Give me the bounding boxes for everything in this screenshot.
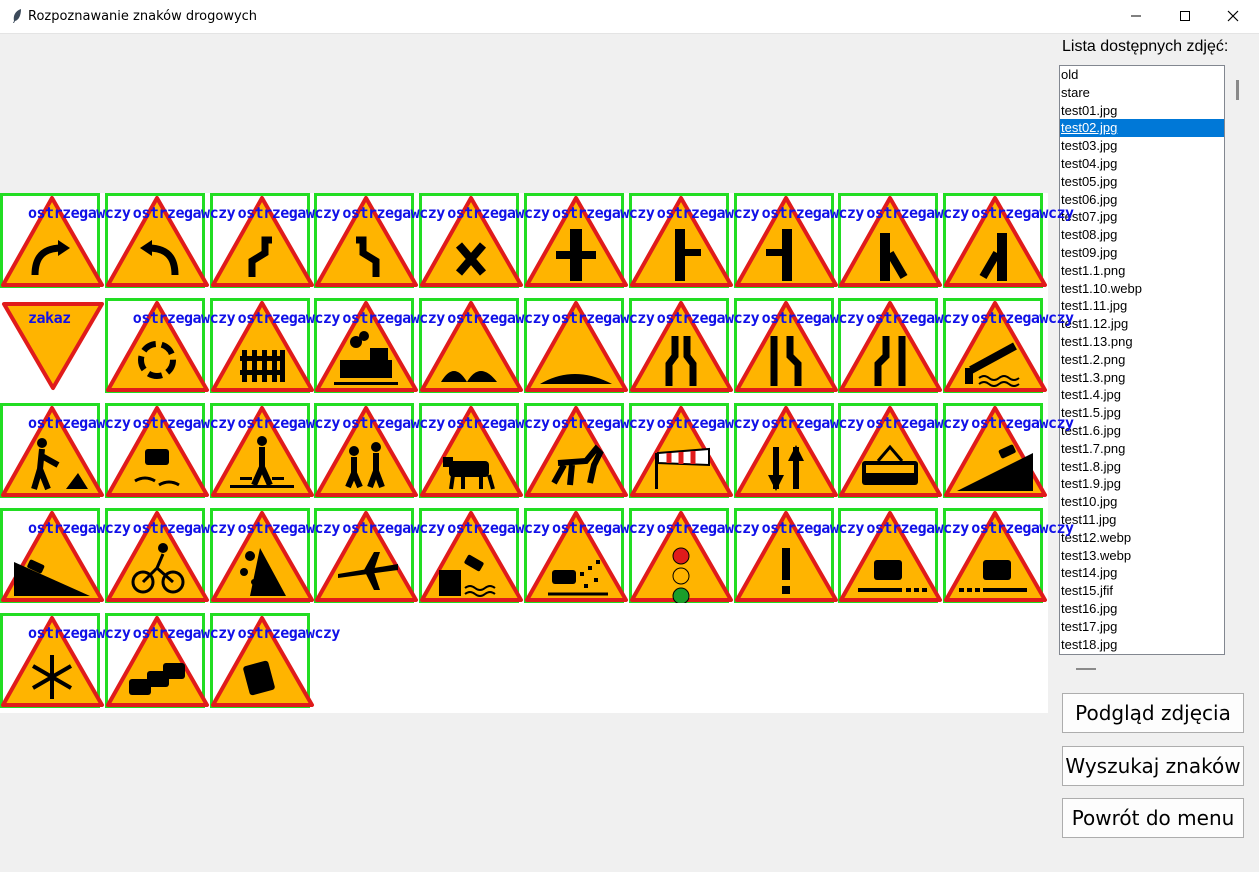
detection-box: ostrzegawczy	[0, 508, 131, 603]
close-icon	[1227, 10, 1239, 22]
file-list-item[interactable]: test1.12.jpg	[1060, 315, 1224, 333]
detection-label: ostrzegawczy	[971, 204, 1074, 222]
file-list-item[interactable]: test01.jpg	[1060, 102, 1224, 120]
file-list-item[interactable]: test02.jpg	[1060, 119, 1224, 138]
detection-label: ostrzegawczy	[552, 414, 655, 432]
detection-canvas: ostrzegawczy ostrzegawczy ostrzegawczy ostr…	[0, 193, 1074, 713]
window-title: Rozpoznawanie znaków drogowych	[28, 9, 258, 24]
detection-label: ostrzegawczy	[866, 204, 969, 222]
search-signs-button[interactable]: Wyszukaj znaków	[1062, 746, 1244, 786]
file-list-item[interactable]: test1.5.jpg	[1060, 404, 1224, 422]
detection-label: ostrzegawczy	[761, 309, 865, 327]
detection-label: ostrzegawczy	[132, 204, 236, 222]
file-list-item[interactable]: test07.jpg	[1060, 208, 1224, 226]
file-list-item[interactable]: test1.6.jpg	[1060, 422, 1224, 440]
detection-label: ostrzegawczy	[237, 624, 341, 642]
detection-label: ostrzegawczy	[342, 519, 445, 537]
detection-label: ostrzegawczy	[28, 414, 131, 432]
detection-label: ostrzegawczy	[28, 519, 131, 537]
file-list-item[interactable]: test13.webp	[1060, 547, 1224, 565]
file-list-item[interactable]: test14.jpg	[1060, 564, 1224, 582]
file-list-item[interactable]: test1.3.png	[1060, 369, 1224, 387]
file-list-item[interactable]: test11.jpg	[1060, 511, 1224, 529]
file-list-item[interactable]: test1.4.jpg	[1060, 386, 1224, 404]
detection-label: ostrzegawczy	[237, 414, 341, 432]
detection-label: ostrzegawczy	[971, 309, 1074, 327]
detection-box: ostrzegawczy	[0, 403, 131, 498]
detection-label: ostrzegawczy	[447, 309, 550, 327]
detection-label: ostrzegawczy	[552, 204, 655, 222]
detection-label: ostrzegawczy	[656, 309, 760, 327]
detection-label: ostrzegawczy	[761, 204, 865, 222]
detection-label: ostrzegawczy	[761, 414, 865, 432]
file-list-item[interactable]: test1.11.jpg	[1060, 297, 1224, 315]
close-button[interactable]	[1210, 0, 1256, 32]
file-list-item[interactable]: test09.jpg	[1060, 244, 1224, 262]
detection-label: ostrzegawczy	[28, 204, 131, 222]
detection-label: ostrzegawczy	[132, 519, 236, 537]
minimize-icon	[1131, 15, 1141, 17]
file-list-item[interactable]: test1.8.jpg	[1060, 458, 1224, 476]
detection-label: ostrzegawczy	[237, 204, 341, 222]
detection-label: ostrzegawczy	[866, 309, 969, 327]
file-list-item[interactable]: old	[1060, 66, 1224, 84]
file-list-item[interactable]: test1.7.png	[1060, 440, 1224, 458]
detection-label: ostrzegawczy	[132, 414, 236, 432]
detection-box: zakaz	[0, 298, 104, 393]
minimize-button[interactable]	[1113, 0, 1159, 32]
file-list-item[interactable]: test1.13.png	[1060, 333, 1224, 351]
feather-icon	[13, 9, 21, 23]
detection-label: ostrzegawczy	[132, 309, 236, 327]
detection-box: ostrzegawczy	[104, 298, 236, 393]
file-list-item[interactable]: test06.jpg	[1060, 191, 1224, 209]
detection-label: ostrzegawczy	[237, 519, 341, 537]
maximize-button[interactable]	[1162, 0, 1208, 32]
file-list-label: Lista dostępnych zdjęć:	[1062, 38, 1229, 55]
detection-box: ostrzegawczy	[0, 613, 131, 708]
file-list-item[interactable]: test03.jpg	[1060, 137, 1224, 155]
file-list-item[interactable]: stare	[1060, 84, 1224, 102]
detection-label: ostrzegawczy	[237, 309, 341, 327]
file-list-item[interactable]: test10.jpg	[1060, 493, 1224, 511]
detection-label: ostrzegawczy	[447, 519, 550, 537]
detection-label: ostrzegawczy	[656, 204, 760, 222]
file-list-item[interactable]: test16.jpg	[1060, 600, 1224, 618]
detection-label: ostrzegawczy	[656, 414, 760, 432]
vertical-scrollbar[interactable]	[1236, 80, 1239, 100]
horizontal-scrollbar[interactable]	[1076, 668, 1096, 670]
file-list-item[interactable]: test1.2.png	[1060, 351, 1224, 369]
detection-label: ostrzegawczy	[552, 519, 655, 537]
file-list-item[interactable]: test12.webp	[1060, 529, 1224, 547]
detection-label: ostrzegawczy	[761, 519, 865, 537]
preview-button[interactable]: Podgląd zdjęcia	[1062, 693, 1244, 733]
file-list-item[interactable]: test08.jpg	[1060, 226, 1224, 244]
detection-label: ostrzegawczy	[132, 624, 236, 642]
detection-label: ostrzegawczy	[971, 414, 1074, 432]
detection-label: ostrzegawczy	[342, 204, 445, 222]
detection-label: ostrzegawczy	[447, 414, 550, 432]
detection-label: ostrzegawczy	[971, 519, 1074, 537]
file-list-item[interactable]: test1.10.webp	[1060, 280, 1224, 298]
detection-label: ostrzegawczy	[866, 414, 969, 432]
file-list-item[interactable]: test1.9.jpg	[1060, 475, 1224, 493]
file-list-item[interactable]: test18.jpg	[1060, 636, 1224, 654]
file-list-item[interactable]: test17.jpg	[1060, 618, 1224, 636]
file-list-item[interactable]: test04.jpg	[1060, 155, 1224, 173]
detection-label: ostrzegawczy	[866, 519, 969, 537]
file-list-item[interactable]: test15.jfif	[1060, 582, 1224, 600]
detection-label: ostrzegawczy	[447, 204, 550, 222]
file-list-item[interactable]: test1.1.png	[1060, 262, 1224, 280]
title-bar: Rozpoznawanie znaków drogowych	[0, 0, 1259, 34]
back-to-menu-button[interactable]: Powrót do menu	[1062, 798, 1244, 838]
detection-label: ostrzegawczy	[28, 624, 131, 642]
detection-label: ostrzegawczy	[656, 519, 760, 537]
detection-label: ostrzegawczy	[342, 414, 445, 432]
detection-label: ostrzegawczy	[552, 309, 655, 327]
detection-label: zakaz	[28, 309, 71, 327]
detection-box: ostrzegawczy	[0, 193, 131, 288]
maximize-icon	[1180, 11, 1190, 21]
file-list-item[interactable]: test05.jpg	[1060, 173, 1224, 191]
file-listbox[interactable]: old stare test01.jpg test02.jpg test03.jpg te…	[1059, 65, 1225, 655]
detection-label: ostrzegawczy	[342, 309, 445, 327]
